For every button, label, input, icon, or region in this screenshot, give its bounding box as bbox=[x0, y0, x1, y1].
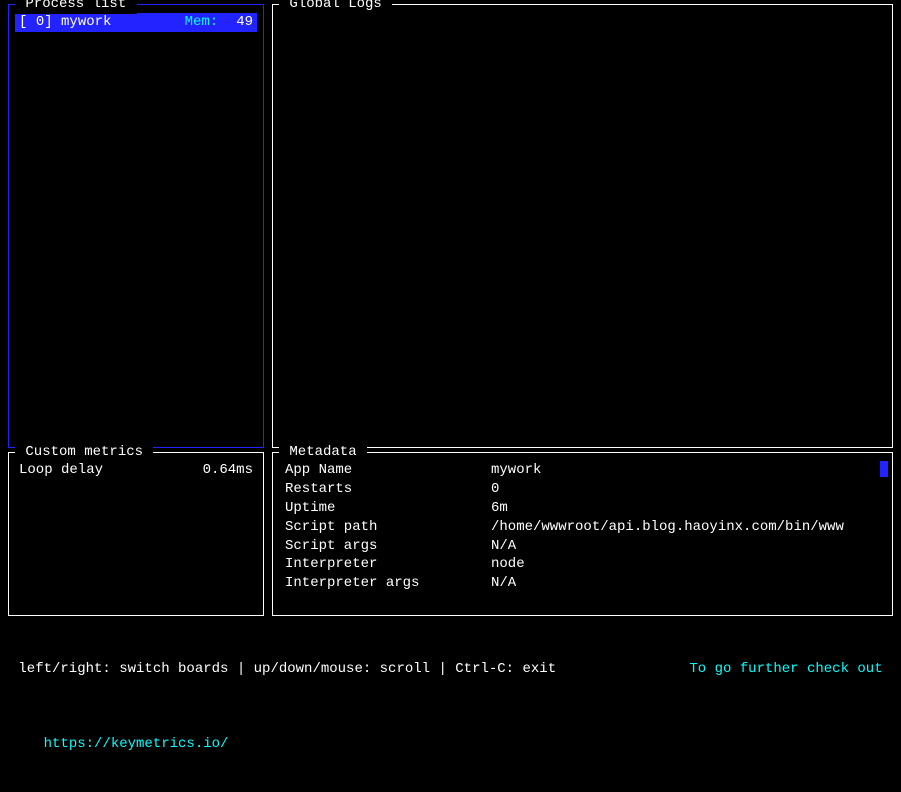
metadata-row: Uptime 6m bbox=[285, 499, 880, 518]
footer-hints: left/right: switch boards | up/down/mous… bbox=[10, 660, 556, 679]
scroll-indicator[interactable] bbox=[880, 461, 888, 477]
metadata-value-interpreter: node bbox=[491, 555, 880, 574]
process-mem-label: Mem: bbox=[185, 13, 219, 32]
metadata-row: Restarts 0 bbox=[285, 480, 880, 499]
metric-value: 0.64ms bbox=[203, 461, 253, 480]
metric-row: Loop delay 0.64ms bbox=[15, 461, 257, 480]
metadata-value-scriptpath: /home/wwwroot/api.blog.haoyinx.com/bin/w… bbox=[491, 518, 880, 537]
metadata-label-scriptpath: Script path bbox=[285, 518, 491, 537]
footer-cta: To go further check out bbox=[689, 660, 891, 679]
custom-metrics-title: Custom metrics bbox=[15, 443, 153, 462]
metadata-row: Script path /home/wwwroot/api.blog.haoyi… bbox=[285, 518, 880, 537]
metadata-value-appname: mywork bbox=[491, 461, 880, 480]
process-list-title: Process list bbox=[15, 0, 137, 14]
metadata-value-restarts: 0 bbox=[491, 480, 880, 499]
process-mem-value: 49 bbox=[236, 13, 253, 32]
metadata-row: Interpreter args N/A bbox=[285, 574, 880, 593]
metadata-title: Metadata bbox=[279, 443, 367, 462]
metadata-label-interpreter: Interpreter bbox=[285, 555, 491, 574]
metric-label: Loop delay bbox=[19, 461, 203, 480]
footer-link[interactable]: https://keymetrics.io/ bbox=[44, 736, 229, 752]
metadata-label-appname: App Name bbox=[285, 461, 491, 480]
process-id: 0 bbox=[36, 13, 44, 32]
footer: left/right: switch boards | up/down/mous… bbox=[8, 622, 893, 792]
metadata-label-restarts: Restarts bbox=[285, 480, 491, 499]
process-id-bracket-close: ] bbox=[44, 13, 61, 32]
metadata-row: App Name mywork bbox=[285, 461, 880, 480]
metadata-label-scriptargs: Script args bbox=[285, 537, 491, 556]
metadata-value-scriptargs: N/A bbox=[491, 537, 880, 556]
metadata-row: Script args N/A bbox=[285, 537, 880, 556]
metadata-label-uptime: Uptime bbox=[285, 499, 491, 518]
metadata-panel[interactable]: Metadata App Name mywork Restarts 0 Upti… bbox=[272, 452, 893, 616]
metadata-label-interpreterargs: Interpreter args bbox=[285, 574, 491, 593]
process-name: mywork bbox=[61, 13, 111, 32]
process-row[interactable]: [ 0] mywork Mem: 49 bbox=[15, 13, 257, 32]
custom-metrics-panel[interactable]: Custom metrics Loop delay 0.64ms bbox=[8, 452, 264, 616]
process-id-bracket-open: [ bbox=[19, 13, 36, 32]
metadata-row: Interpreter node bbox=[285, 555, 880, 574]
global-logs-title: Global Logs bbox=[279, 0, 392, 14]
global-logs-panel[interactable]: Global Logs bbox=[272, 4, 893, 448]
metadata-value-uptime: 6m bbox=[491, 499, 880, 518]
metadata-value-interpreterargs: N/A bbox=[491, 574, 880, 593]
process-list-panel[interactable]: Process list [ 0] mywork Mem:49 bbox=[8, 4, 264, 448]
